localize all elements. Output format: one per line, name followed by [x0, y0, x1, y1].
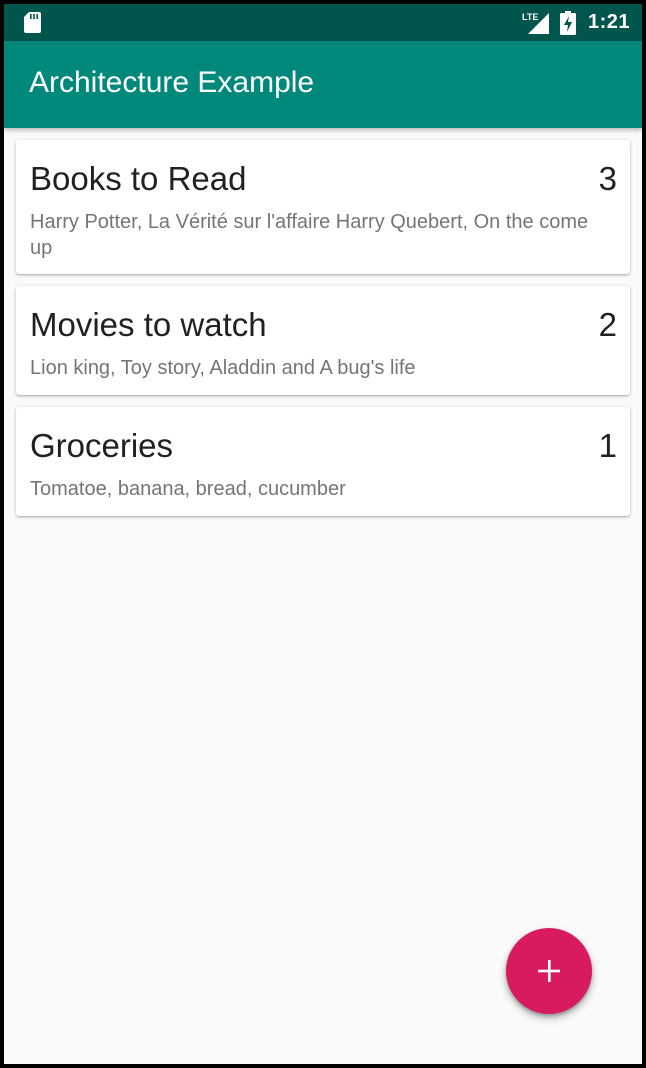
lte-signal-icon: LTE: [522, 12, 549, 34]
toolbar: Architecture Example: [4, 41, 642, 128]
list-title: Movies to watch: [30, 306, 267, 343]
status-bar: LTE 1:21: [4, 4, 642, 41]
list-card-groceries[interactable]: Groceries 1 Tomatoe, banana, bread, cucu…: [16, 407, 630, 516]
status-clock: 1:21: [587, 11, 630, 33]
list-item-count: 3: [598, 160, 617, 197]
list-items-preview: Harry Potter, La Vérité sur l'affaire Ha…: [30, 211, 589, 259]
network-type-label: LTE: [522, 12, 538, 22]
list-items-preview: Tomatoe, banana, bread, cucumber: [30, 478, 346, 500]
app-title: Architecture Example: [29, 66, 315, 99]
list-title: Groceries: [30, 427, 174, 464]
list-card-movies[interactable]: Movies to watch 2 Lion king, Toy story, …: [16, 286, 630, 395]
list-item-count: 1: [598, 427, 617, 464]
list-items-preview: Lion king, Toy story, Aladdin and A bug'…: [30, 357, 416, 379]
list-card-books[interactable]: Books to Read 3 Harry Potter, La Vérité …: [16, 140, 630, 274]
list-title: Books to Read: [30, 160, 247, 197]
plus-icon: [538, 960, 560, 982]
status-icons: LTE 1:21: [522, 4, 630, 41]
list-item-count: 2: [598, 306, 617, 343]
app-screen: LTE 1:21 Architecture Example Books to R…: [4, 4, 642, 1064]
battery-charging-icon: [559, 10, 576, 35]
add-list-button[interactable]: [506, 928, 592, 1014]
sd-card-icon: [24, 12, 41, 33]
